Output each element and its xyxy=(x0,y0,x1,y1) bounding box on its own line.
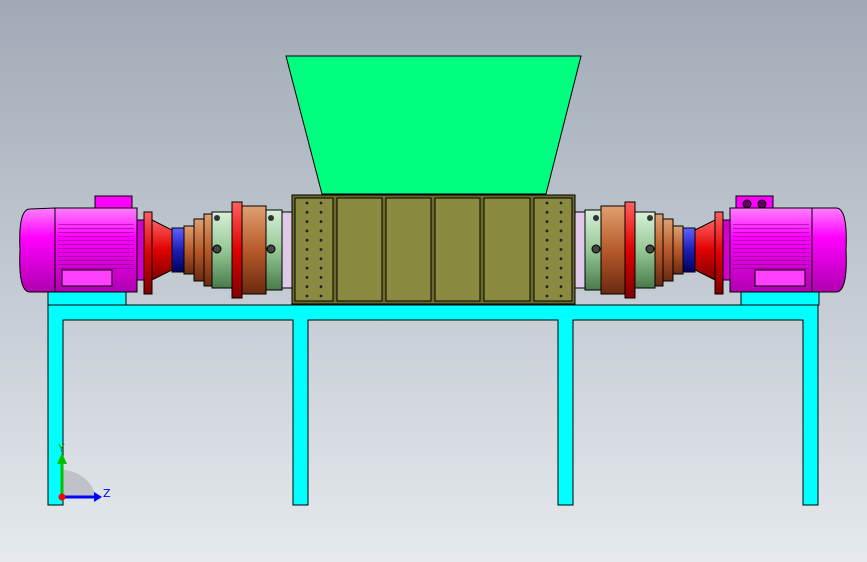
bolt-hole xyxy=(305,266,309,270)
bolt-hole xyxy=(545,276,549,279)
bolt-hole xyxy=(305,201,309,205)
bolt-hole xyxy=(559,248,563,251)
shredder-box-icon xyxy=(291,194,576,305)
bolt-hole xyxy=(305,257,309,261)
bolt-hole xyxy=(305,294,309,298)
cad-viewport[interactable]: Y Z xyxy=(0,0,867,562)
bolt-hole xyxy=(559,294,563,298)
bolt-hole xyxy=(559,285,563,289)
bolt-hole xyxy=(559,201,563,205)
bolt-hole xyxy=(305,285,309,289)
right-motor-icon xyxy=(722,195,847,293)
cad-drawing: Y Z xyxy=(0,0,867,562)
bolt-hole xyxy=(319,285,323,289)
bolt-hole xyxy=(305,229,309,233)
bolt-hole xyxy=(319,229,323,233)
bolt-hole xyxy=(319,294,323,298)
bolt-hole xyxy=(545,285,549,289)
bolt-hole xyxy=(559,257,563,261)
bolt-hole xyxy=(319,201,323,205)
bolt-hole xyxy=(559,238,563,242)
hopper-icon xyxy=(285,55,582,195)
z-axis-label: Z xyxy=(103,487,111,500)
bolt-hole xyxy=(319,266,323,270)
y-axis-label: Y xyxy=(57,442,65,455)
bolt-hole xyxy=(559,266,563,270)
bolt-hole xyxy=(545,220,549,224)
bolt-hole xyxy=(305,238,309,242)
bolt-hole xyxy=(545,257,549,261)
bolt-hole xyxy=(319,257,323,261)
bolt-hole xyxy=(545,266,549,270)
bolt-hole xyxy=(305,220,309,224)
bolt-hole xyxy=(559,276,563,279)
bolt-hole xyxy=(319,276,323,279)
bolt-hole xyxy=(545,248,549,251)
bolt-hole xyxy=(319,220,323,224)
bolt-hole xyxy=(545,210,549,214)
left-motor-icon xyxy=(19,195,145,293)
bolt-hole xyxy=(559,229,563,233)
bolt-hole xyxy=(319,238,323,242)
bolt-hole xyxy=(305,210,309,214)
bolt-hole xyxy=(319,210,323,214)
bolt-hole xyxy=(305,276,309,279)
bolt-hole xyxy=(545,238,549,242)
bolt-hole xyxy=(545,201,549,205)
bolt-hole xyxy=(545,294,549,298)
bolt-hole xyxy=(319,248,323,251)
bolt-hole xyxy=(559,210,563,214)
bolt-hole xyxy=(559,220,563,224)
bolt-hole xyxy=(545,229,549,233)
bolt-hole xyxy=(305,248,309,251)
